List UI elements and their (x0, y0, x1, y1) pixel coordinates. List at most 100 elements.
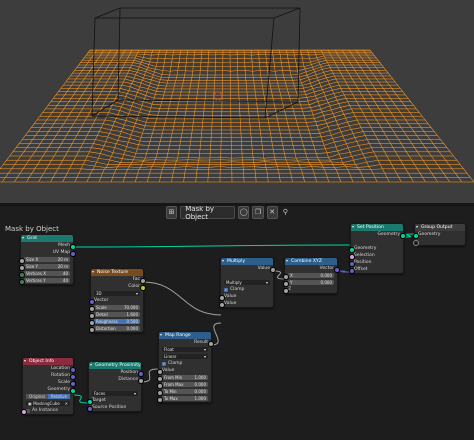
node-header[interactable]: ▾ Grid (21, 235, 73, 242)
wire-edge (157, 54, 159, 59)
geometry-proximity-node[interactable]: ▾ Geometry Proximity Position Distance Fa… (86, 361, 144, 412)
boolean-socket[interactable] (20, 408, 27, 415)
wire-edge (178, 62, 180, 67)
chevron-down-icon[interactable]: ▾ (24, 358, 26, 363)
clamp-checkbox[interactable]: ✓ (224, 287, 228, 292)
wire-edge (405, 94, 409, 99)
grid-node[interactable]: ▾ Grid Mesh UV Map Size X 20 m Size Y 20 m … (18, 234, 76, 285)
vertices-x-field[interactable]: Vertices X 40 (24, 271, 70, 276)
relative-option[interactable]: Relative (48, 394, 70, 399)
3d-cursor-icon[interactable] (213, 91, 223, 101)
roughness-field[interactable]: Roughness 0.500 (94, 319, 140, 324)
distortion-field[interactable]: Distortion 0.000 (94, 326, 140, 331)
node-tree-icon[interactable]: ⊞ (166, 206, 178, 219)
node-tree-name-field[interactable]: Mask by Object (180, 206, 236, 221)
float-socket[interactable] (156, 396, 163, 403)
from-max-row: From Max 0.000 (156, 381, 211, 389)
node-header[interactable]: ▾ Object Info (23, 358, 73, 365)
set-position-node[interactable]: ▾ Set Position Geometry Geometry Selectio… (348, 223, 406, 274)
scale-field[interactable]: Scale 70.000 (94, 305, 140, 310)
wire-edge (305, 153, 308, 158)
wire-edge (125, 169, 128, 174)
wire-edge (26, 177, 30, 183)
chevron-down-icon[interactable]: ▾ (222, 258, 224, 263)
node-header[interactable]: ▾ Combine XYZ (285, 258, 337, 265)
wire-edge (358, 123, 362, 128)
as-instance-checkbox[interactable] (26, 408, 30, 413)
x-field[interactable]: X 0.000 (288, 273, 334, 278)
wire-edge (300, 52, 302, 55)
clamp-checkbox[interactable]: ✓ (162, 361, 166, 366)
noise-texture-node[interactable]: ▾ Noise Texture Fac Color 3D ▾ Vector Scal… (88, 268, 146, 333)
combine-xyz-node[interactable]: ▾ Combine XYZ Vector X 0.000 Y 0.000 Z (282, 257, 340, 294)
wire-edge (329, 67, 332, 71)
vector-socket[interactable] (86, 405, 93, 412)
viewport-canvas[interactable] (0, 0, 474, 203)
wire-edge (337, 121, 348, 126)
chevron-down-icon[interactable]: ▾ (90, 362, 92, 367)
wire-edge (178, 98, 180, 102)
close-icon[interactable]: ✕ (266, 206, 278, 219)
group-output-node[interactable]: ▾ Group Output Geometry (412, 223, 466, 246)
data-type-dropdown[interactable]: Float ▾ (162, 347, 208, 352)
operation-dropdown[interactable]: Multiply ▾ (224, 280, 270, 285)
pin-icon[interactable]: ⚲ (281, 207, 290, 218)
wire-edge (382, 168, 385, 174)
wire-edge (406, 151, 410, 157)
wire-edge (288, 62, 290, 67)
float-socket[interactable] (218, 301, 225, 308)
node-header[interactable]: ▾ Set Position (351, 224, 403, 231)
chevron-down-icon[interactable]: ▾ (416, 224, 418, 229)
node-header[interactable]: ▾ Geometry Proximity (89, 362, 141, 369)
wire-edge (300, 104, 302, 109)
wire-edge (383, 67, 387, 71)
shield-icon[interactable]: ◯ (238, 206, 250, 219)
chevron-down-icon[interactable]: ▾ (160, 332, 162, 337)
wire-edge (266, 58, 274, 60)
chevron-down-icon[interactable]: ▾ (22, 235, 24, 240)
node-header[interactable]: ▾ Noise Texture (91, 269, 143, 276)
wire-edge (351, 53, 354, 57)
node-header[interactable]: ▾ Multiply (221, 258, 273, 265)
target-mode-dropdown[interactable]: Faces ▾ (92, 391, 138, 396)
chevron-down-icon[interactable]: ▾ (352, 224, 354, 229)
wire-edge (140, 164, 142, 168)
wire-edge (109, 159, 121, 163)
wire-edge (370, 169, 374, 174)
node-editor[interactable]: ⊞ Mask by Object ◯ ❐ ✕ ⚲ Mask by Object … (0, 206, 474, 440)
from-min-row: From Min 1.000 (156, 374, 211, 382)
vertices-y-field[interactable]: Vertices Y 40 (24, 278, 70, 283)
wire-edge (170, 69, 178, 72)
wire-edge (342, 91, 345, 96)
from-min-field[interactable]: From Min 1.000 (162, 375, 208, 380)
to-max-field[interactable]: To Max 1.000 (162, 396, 208, 401)
3d-viewport[interactable] (0, 0, 474, 203)
detail-field[interactable]: Detail 1.600 (94, 312, 140, 317)
vector-socket[interactable] (348, 267, 355, 274)
chevron-down-icon[interactable]: ▾ (92, 269, 94, 274)
multiply-node[interactable]: ▾ Multiply Value Multiply ▾ ✓ Clamp Value V… (218, 257, 276, 308)
transform-space-toggle[interactable]: Original Relative (26, 394, 70, 399)
object-field[interactable]: ▣ MaskingCube ✕ (26, 401, 70, 406)
dimension-dropdown[interactable]: 3D ▾ (94, 291, 140, 296)
float-socket[interactable] (282, 287, 289, 294)
copy-icon[interactable]: ❐ (252, 206, 264, 219)
original-option[interactable]: Original (26, 394, 48, 399)
size-x-field[interactable]: Size X 20 m (24, 257, 70, 262)
chevron-down-icon[interactable]: ▾ (286, 258, 288, 263)
node-header[interactable]: ▾ Group Output (415, 224, 465, 231)
map-range-node[interactable]: ▾ Map Range Result Float ▾ Linear ▾ ✓ Clamp … (156, 331, 214, 403)
y-field[interactable]: Y 0.000 (288, 280, 334, 285)
interpolation-dropdown[interactable]: Linear ▾ (162, 354, 208, 359)
object-info-node[interactable]: ▾ Object Info Location Rotation Scale Geo… (20, 357, 76, 415)
integer-socket[interactable] (18, 278, 25, 285)
size-y-field[interactable]: Size Y 20 m (24, 264, 70, 269)
from-max-field[interactable]: From Max 0.000 (162, 382, 208, 387)
wire-edge (318, 159, 321, 163)
empty-socket[interactable] (412, 239, 419, 246)
to-min-field[interactable]: To Min 0.000 (162, 389, 208, 394)
node-header[interactable]: ▾ Map Range (159, 332, 211, 339)
wire-edge (114, 53, 116, 57)
float-socket[interactable] (88, 326, 95, 333)
wire-edge (135, 92, 138, 97)
